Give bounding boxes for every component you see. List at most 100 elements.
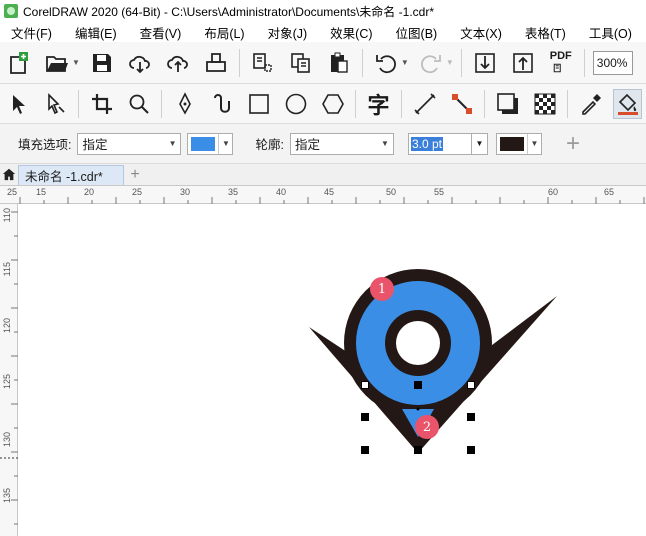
ruler-label: 50 [386,187,397,197]
toolbar-separator [355,89,357,118]
menu-bar: 文件(F) 编辑(E) 查看(V) 布局(L) 对象(J) 效果(C) 位图(B… [0,22,646,42]
new-tab-button[interactable]: + [124,165,146,185]
document-tab[interactable]: 未命名 -1.cdr* [18,165,124,185]
fill-color-picker[interactable]: ▼ [187,132,234,155]
toolbar-separator [401,89,403,118]
polygon-tool-button[interactable] [318,89,347,119]
redo-dropdown-icon[interactable]: ▼ [446,58,454,67]
outline-color-picker[interactable]: ▼ [495,132,542,155]
publish-pdf-button[interactable]: PDF [546,48,576,78]
selection-handle-top-left[interactable] [361,381,369,389]
artwork [309,269,557,453]
new-document-button[interactable] [4,48,34,78]
new-document-icon [10,51,28,74]
artistic-media-tool-button[interactable] [207,89,236,119]
ruler-label: 115 [2,262,12,277]
menu-edit[interactable]: 编辑(E) [64,23,129,42]
open-dropdown-icon[interactable]: ▼ [72,58,80,67]
cloud-download-button[interactable] [125,48,155,78]
menu-table[interactable]: 表格(T) [514,23,578,42]
vertical-ruler[interactable]: 110 115 120 125 130 135 [0,204,18,536]
home-tab[interactable] [0,163,18,185]
copy-icon [291,52,310,73]
dimension-tool-button[interactable] [410,89,439,119]
undo-button[interactable] [371,48,401,78]
cloud-upload-icon [167,55,188,72]
print-button[interactable] [201,48,231,78]
paste-button[interactable] [324,48,354,78]
menu-effects[interactable]: 效果(C) [319,23,384,42]
menu-object[interactable]: 对象(J) [257,23,320,42]
zoom-level-input[interactable]: 300% [592,50,633,75]
cut-button[interactable] [248,48,278,78]
drop-shadow-tool-button[interactable] [493,89,522,119]
export-button[interactable] [508,48,538,78]
toolbar-separator [567,89,569,118]
ruler-label: 125 [2,374,12,390]
chevron-down-icon: ▼ [526,133,541,154]
open-button[interactable] [42,48,72,78]
menu-text[interactable]: 文本(X) [449,23,514,42]
add-fill-button[interactable]: + [566,130,580,158]
zoom-tool-button[interactable] [124,89,153,119]
outline-width-dropdown[interactable]: ▼ [471,132,488,155]
outline-type-select[interactable]: 指定 ▼ [289,132,394,155]
copy-button[interactable] [286,48,316,78]
redo-button[interactable] [416,48,446,78]
save-button[interactable] [87,48,117,78]
transparency-tool-button[interactable] [530,89,559,119]
shape-tool-icon [47,92,65,114]
pick-tool-button[interactable] [4,89,33,119]
menu-view[interactable]: 查看(V) [129,23,194,42]
outline-color-swatch [499,136,524,151]
ruler-label: 135 [2,488,12,504]
toolbar-separator [238,48,240,77]
ellipse-tool-button[interactable] [281,89,310,119]
pdf-icon [553,63,561,73]
menu-bitmaps[interactable]: 位图(B) [385,23,450,42]
menu-tools[interactable]: 工具(O) [578,23,644,42]
ruler-label: 130 [2,432,12,448]
drawing-canvas[interactable]: 1 2 [19,205,646,536]
save-icon [92,53,111,72]
import-button[interactable] [470,48,500,78]
redo-icon [420,54,441,73]
hexagon-icon [321,93,344,114]
selection-handle-mid-right[interactable] [467,413,475,421]
step-badge-2: 2 [415,415,439,439]
menu-file[interactable]: 文件(F) [0,23,64,42]
pen-nib-icon [178,91,191,115]
text-tool-icon: 字 [367,92,390,118]
undo-dropdown-icon[interactable]: ▼ [401,58,409,67]
selection-handle-bottom-mid[interactable] [414,446,422,454]
ruler-label: 20 [84,187,95,197]
import-icon [474,52,495,73]
connector-tool-button[interactable] [447,89,476,119]
property-bar: 填充选项: 指定 ▼ ▼ 轮廓: 指定 ▼ 3.0 pt ▼ ▼ + [0,124,646,164]
pdf-label: PDF [549,50,572,62]
crop-tool-button[interactable] [87,89,116,119]
horizontal-ruler[interactable]: 25 15 20 25 30 35 40 45 50 55 60 65 [0,186,646,204]
shape-tool-button[interactable] [41,89,70,119]
rectangle-tool-button[interactable] [244,89,273,119]
folder-icon [46,55,68,72]
undo-icon [376,54,396,73]
chevron-down-icon: ▼ [381,139,389,148]
selection-handle-top-mid[interactable] [414,381,422,389]
chevron-down-icon: ▼ [475,139,484,148]
fill-type-select[interactable]: 指定 ▼ [77,132,182,155]
outline-width-input[interactable]: 3.0 pt [407,132,472,155]
menu-layout[interactable]: 布局(L) [193,23,256,42]
selection-handle-mid-left[interactable] [361,413,369,421]
selection-handle-bottom-left[interactable] [361,446,369,454]
outline-label: 轮廓: [255,138,284,152]
selection-handle-top-right[interactable] [467,381,475,389]
cloud-upload-button[interactable] [163,48,193,78]
selection-handle-bottom-right[interactable] [467,446,475,454]
pointer-icon [12,94,25,114]
text-tool-button[interactable]: 字 [364,89,393,119]
interactive-fill-tool-button[interactable] [613,88,643,119]
fill-type-value: 指定 [82,138,108,152]
pen-tool-button[interactable] [170,89,199,119]
eyedropper-tool-button[interactable] [576,89,605,119]
